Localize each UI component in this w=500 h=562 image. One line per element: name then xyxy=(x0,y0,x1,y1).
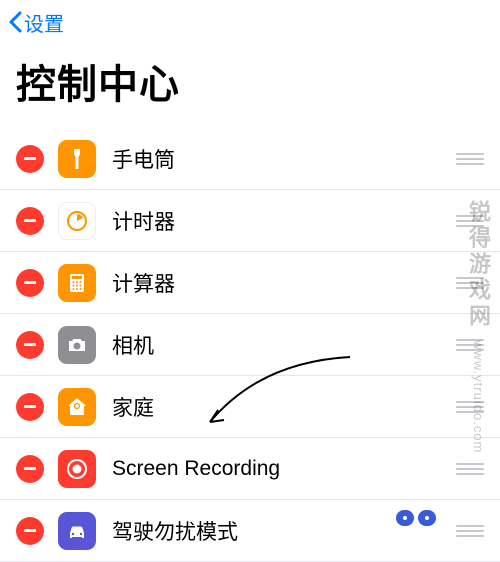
drag-handle[interactable] xyxy=(456,459,484,479)
car-icon xyxy=(58,512,96,550)
timer-icon xyxy=(58,202,96,240)
back-button[interactable]: 设置 xyxy=(8,8,64,37)
back-label: 设置 xyxy=(24,8,64,37)
drag-handle[interactable] xyxy=(456,521,484,541)
row-label: Screen Recording xyxy=(112,457,456,481)
remove-button[interactable] xyxy=(16,517,44,545)
list-item-home: 家庭 xyxy=(0,376,500,438)
calculator-icon xyxy=(58,264,96,302)
row-label: 计算器 xyxy=(112,268,456,298)
remove-button[interactable] xyxy=(16,393,44,421)
row-label: 家庭 xyxy=(112,392,456,422)
chevron-left-icon xyxy=(8,11,22,33)
flashlight-icon xyxy=(58,140,96,178)
drag-handle[interactable] xyxy=(456,149,484,169)
watermark-logo-icon xyxy=(394,502,442,534)
remove-button[interactable] xyxy=(16,455,44,483)
list-item-timer: 计时器 xyxy=(0,190,500,252)
nav-bar: 设置 xyxy=(0,0,500,44)
remove-button[interactable] xyxy=(16,331,44,359)
row-label: 相机 xyxy=(112,330,456,360)
drag-handle[interactable] xyxy=(456,273,484,293)
drag-handle[interactable] xyxy=(456,397,484,417)
remove-button[interactable] xyxy=(16,145,44,173)
list-item-calculator: 计算器 xyxy=(0,252,500,314)
screen-recording-icon xyxy=(58,450,96,488)
drag-handle[interactable] xyxy=(456,335,484,355)
drag-handle[interactable] xyxy=(456,211,484,231)
remove-button[interactable] xyxy=(16,269,44,297)
remove-button[interactable] xyxy=(16,207,44,235)
controls-list: 手电筒 计时器 计算器 相机 家庭 xyxy=(0,128,500,562)
row-label: 计时器 xyxy=(112,206,456,236)
list-item-screen-recording: Screen Recording xyxy=(0,438,500,500)
home-icon xyxy=(58,388,96,426)
title-area: 控制中心 xyxy=(0,44,500,128)
page-title: 控制中心 xyxy=(16,52,484,110)
camera-icon xyxy=(58,326,96,364)
row-label: 手电筒 xyxy=(112,144,456,174)
list-item-flashlight: 手电筒 xyxy=(0,128,500,190)
list-item-camera: 相机 xyxy=(0,314,500,376)
